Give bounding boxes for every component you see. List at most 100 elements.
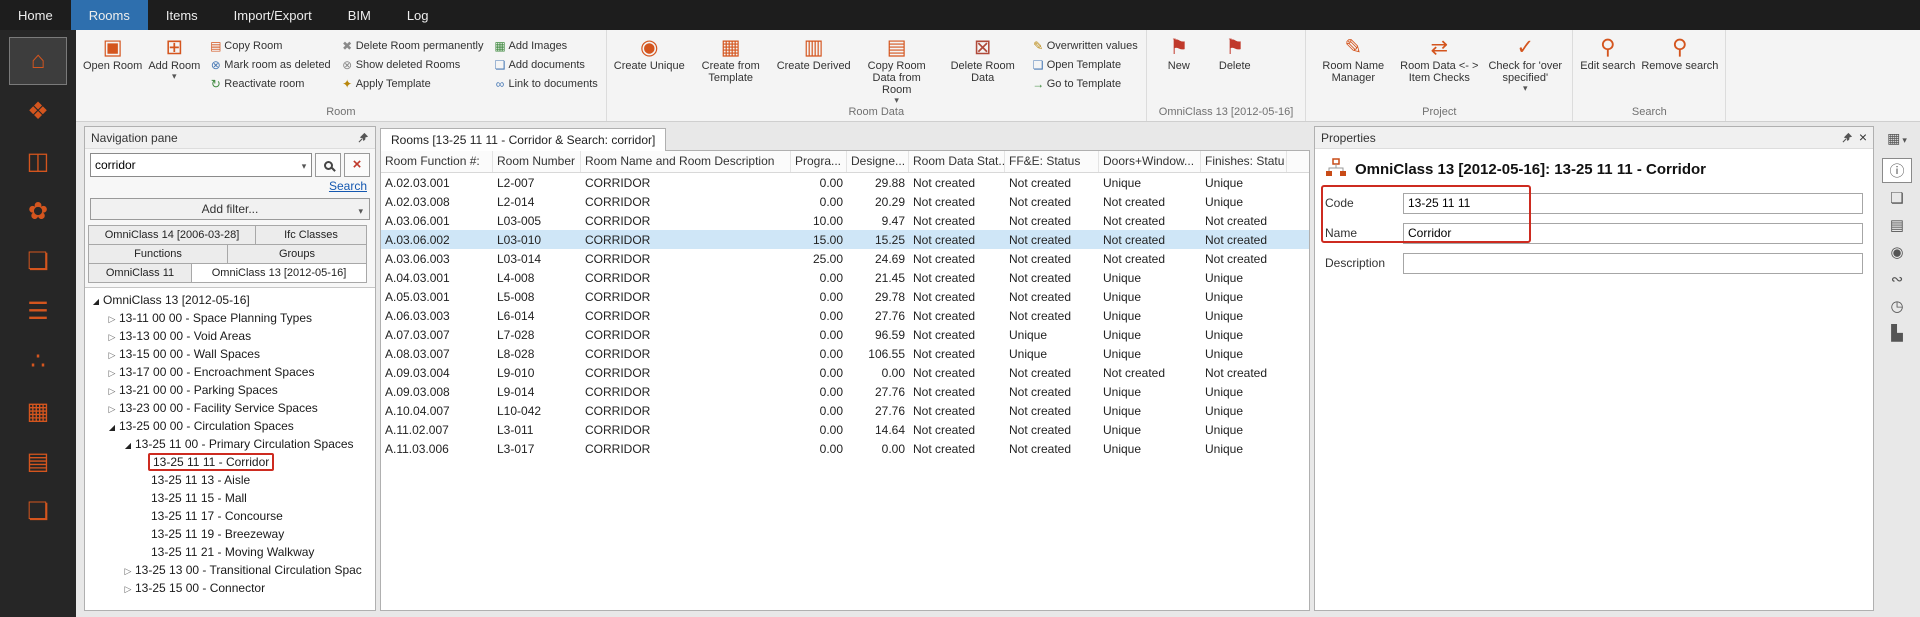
pin-icon[interactable] <box>1842 132 1853 143</box>
tree-expander-icon[interactable] <box>105 419 119 433</box>
systems-icon[interactable]: ◫ <box>10 138 66 184</box>
delete-classification-button[interactable]: ⚑ Delete <box>1207 32 1263 72</box>
delete-room-data-button[interactable]: ⊠ Delete Room Data <box>940 32 1026 105</box>
table-row[interactable]: A.08.03.007 L8-028 CORRIDOR 0.00 106.55 … <box>381 344 1309 363</box>
buildings-icon[interactable]: ▦ <box>10 388 66 434</box>
search-clear-button[interactable] <box>344 153 370 177</box>
table-row[interactable]: A.03.06.003 L03-014 CORRIDOR 25.00 24.69… <box>381 249 1309 268</box>
mark-room-as-deleted-button[interactable]: ⊗ Mark room as deleted <box>207 55 330 74</box>
tree-item[interactable]: 13-25 11 19 - Breezeway <box>85 525 375 543</box>
menu-rooms[interactable]: Rooms <box>71 0 148 30</box>
code-input[interactable] <box>1403 193 1863 214</box>
tab-ifc-classes[interactable]: Ifc Classes <box>255 225 367 245</box>
column-header-programmed[interactable]: Progra... <box>791 151 847 172</box>
name-input[interactable] <box>1403 223 1863 244</box>
menu-items[interactable]: Items <box>148 0 216 30</box>
column-header-room-data-status[interactable]: Room Data Stat... <box>909 151 1005 172</box>
table-row[interactable]: A.02.03.008 L2-014 CORRIDOR 0.00 20.29 N… <box>381 192 1309 211</box>
table-row[interactable]: A.05.03.001 L5-008 CORRIDOR 0.00 29.78 N… <box>381 287 1309 306</box>
go-to-template-button[interactable]: → Go to Template <box>1030 74 1138 93</box>
room-name-manager-button[interactable]: ✎ Room Name Manager <box>1310 32 1396 93</box>
tab-groups[interactable]: Groups <box>227 244 367 264</box>
table-row[interactable]: A.04.03.001 L4-008 CORRIDOR 0.00 21.45 N… <box>381 268 1309 287</box>
tree-expander-icon[interactable] <box>105 347 119 361</box>
tree-item[interactable]: 13-25 11 00 - Primary Circulation Spaces <box>85 435 375 453</box>
overwritten-values-button[interactable]: ✎ Overwritten values <box>1030 36 1138 55</box>
search-input[interactable] <box>91 155 297 175</box>
menu-bim[interactable]: BIM <box>330 0 389 30</box>
column-header-room-number[interactable]: Room Number <box>493 151 581 172</box>
tree-expander-icon[interactable] <box>89 293 103 307</box>
tab-omniclass-14[interactable]: OmniClass 14 [2006-03-28] <box>88 225 256 245</box>
copy-room-data-from-room-button[interactable]: ▤ Copy Room Data from Room <box>854 32 940 105</box>
search-history-dropdown-icon[interactable] <box>297 156 311 174</box>
tree-item[interactable]: 13-25 11 11 - Corridor <box>85 453 375 471</box>
add-documents-button[interactable]: ❏ Add documents <box>491 55 597 74</box>
table-row[interactable]: A.07.03.007 L7-028 CORRIDOR 0.00 96.59 N… <box>381 325 1309 344</box>
tree-expander-icon[interactable] <box>105 365 119 379</box>
menu-home[interactable]: Home <box>0 0 71 30</box>
description-input[interactable] <box>1403 253 1863 274</box>
attachment-icon[interactable]: ∾ <box>1882 266 1912 291</box>
tree-item[interactable]: 13-25 11 21 - Moving Walkway <box>85 543 375 561</box>
create-derived-button[interactable]: ▥ Create Derived <box>774 32 854 105</box>
reports-icon[interactable]: ❏ <box>10 488 66 534</box>
tree-expander-icon[interactable] <box>105 383 119 397</box>
table-row[interactable]: A.11.03.006 L3-017 CORRIDOR 0.00 0.00 No… <box>381 439 1309 458</box>
edit-search-button[interactable]: ⚲ Edit search <box>1577 32 1638 72</box>
table-row[interactable]: A.09.03.004 L9-010 CORRIDOR 0.00 0.00 No… <box>381 363 1309 382</box>
reactivate-room-button[interactable]: ↻ Reactivate room <box>207 74 330 93</box>
products-icon[interactable]: ✿ <box>10 188 66 234</box>
column-header-room-name[interactable]: Room Name and Room Description <box>581 151 791 172</box>
tree-expander-icon[interactable] <box>105 329 119 343</box>
search-link[interactable]: Search <box>329 179 367 193</box>
table-row[interactable]: A.06.03.003 L6-014 CORRIDOR 0.00 27.76 N… <box>381 306 1309 325</box>
tree-item[interactable]: 13-25 11 15 - Mall <box>85 489 375 507</box>
document-icon[interactable]: ❏ <box>1882 185 1912 210</box>
add-filter-dropdown[interactable]: Add filter... <box>90 198 370 220</box>
tree-expander-icon[interactable] <box>121 437 135 451</box>
menu-import-export[interactable]: Import/Export <box>216 0 330 30</box>
remove-search-button[interactable]: ⚲ Remove search <box>1638 32 1721 72</box>
history-icon[interactable]: ◷ <box>1882 293 1912 318</box>
table-row[interactable]: A.03.06.002 L03-010 CORRIDOR 15.00 15.25… <box>381 230 1309 249</box>
tree-item[interactable]: OmniClass 13 [2012-05-16] <box>85 291 375 309</box>
menu-log[interactable]: Log <box>389 0 447 30</box>
tree-expander-icon[interactable] <box>105 401 119 415</box>
pin-icon[interactable] <box>358 132 369 143</box>
rooms-table-tab[interactable]: Rooms [13-25 11 11 - Corridor & Search: … <box>380 128 666 151</box>
apply-template-button[interactable]: ✦ Apply Template <box>339 74 484 93</box>
rooms-icon[interactable]: ⌂ <box>10 38 66 84</box>
create-unique-button[interactable]: ◉ Create Unique <box>611 32 688 105</box>
new-classification-button[interactable]: ⚑ New <box>1151 32 1207 72</box>
tree-expander-icon[interactable] <box>121 563 135 577</box>
tree-item[interactable]: 13-25 15 00 - Connector <box>85 579 375 597</box>
tab-omniclass-11[interactable]: OmniClass 11 <box>88 263 192 283</box>
tab-omniclass-13[interactable]: OmniClass 13 [2012-05-16] <box>191 263 367 283</box>
datasets-icon[interactable]: ☰ <box>10 288 66 334</box>
tree-item[interactable]: 13-17 00 00 - Encroachment Spaces <box>85 363 375 381</box>
items-icon[interactable]: ❖ <box>10 88 66 134</box>
table-row[interactable]: A.02.03.001 L2-007 CORRIDOR 0.00 29.88 N… <box>381 173 1309 192</box>
tree-item[interactable]: 13-15 00 00 - Wall Spaces <box>85 345 375 363</box>
chart-icon[interactable]: ▙ <box>1882 320 1912 345</box>
table-row[interactable]: A.03.06.001 L03-005 CORRIDOR 10.00 9.47 … <box>381 211 1309 230</box>
tab-functions[interactable]: Functions <box>88 244 228 264</box>
workflow-icon[interactable]: ∴ <box>10 338 66 384</box>
tree-item[interactable]: 13-25 13 00 - Transitional Circulation S… <box>85 561 375 579</box>
create-from-template-button[interactable]: ▦ Create from Template <box>688 32 774 105</box>
table-row[interactable]: A.09.03.008 L9-014 CORRIDOR 0.00 27.76 N… <box>381 382 1309 401</box>
handbook-icon[interactable]: ▤ <box>10 438 66 484</box>
documents-icon[interactable]: ❏ <box>10 238 66 284</box>
table-row[interactable]: A.10.04.007 L10-042 CORRIDOR 0.00 27.76 … <box>381 401 1309 420</box>
tree-expander-icon[interactable] <box>105 311 119 325</box>
check-over-specified-button[interactable]: ✓ Check for 'over specified' <box>1482 32 1568 93</box>
room-data-item-checks-button[interactable]: ⇄ Room Data <- > Item Checks <box>1396 32 1482 93</box>
tree-item[interactable]: 13-25 00 00 - Circulation Spaces <box>85 417 375 435</box>
layout-selector-button[interactable]: ▦ <box>1887 126 1907 150</box>
open-room-button[interactable]: ▣ Open Room <box>80 32 145 81</box>
column-header-room-function[interactable]: Room Function #: <box>381 151 493 172</box>
column-header-doors-windows[interactable]: Doors+Window... <box>1099 151 1201 172</box>
info-icon[interactable]: ⓘ <box>1882 158 1912 183</box>
tree-item[interactable]: 13-25 11 17 - Concourse <box>85 507 375 525</box>
